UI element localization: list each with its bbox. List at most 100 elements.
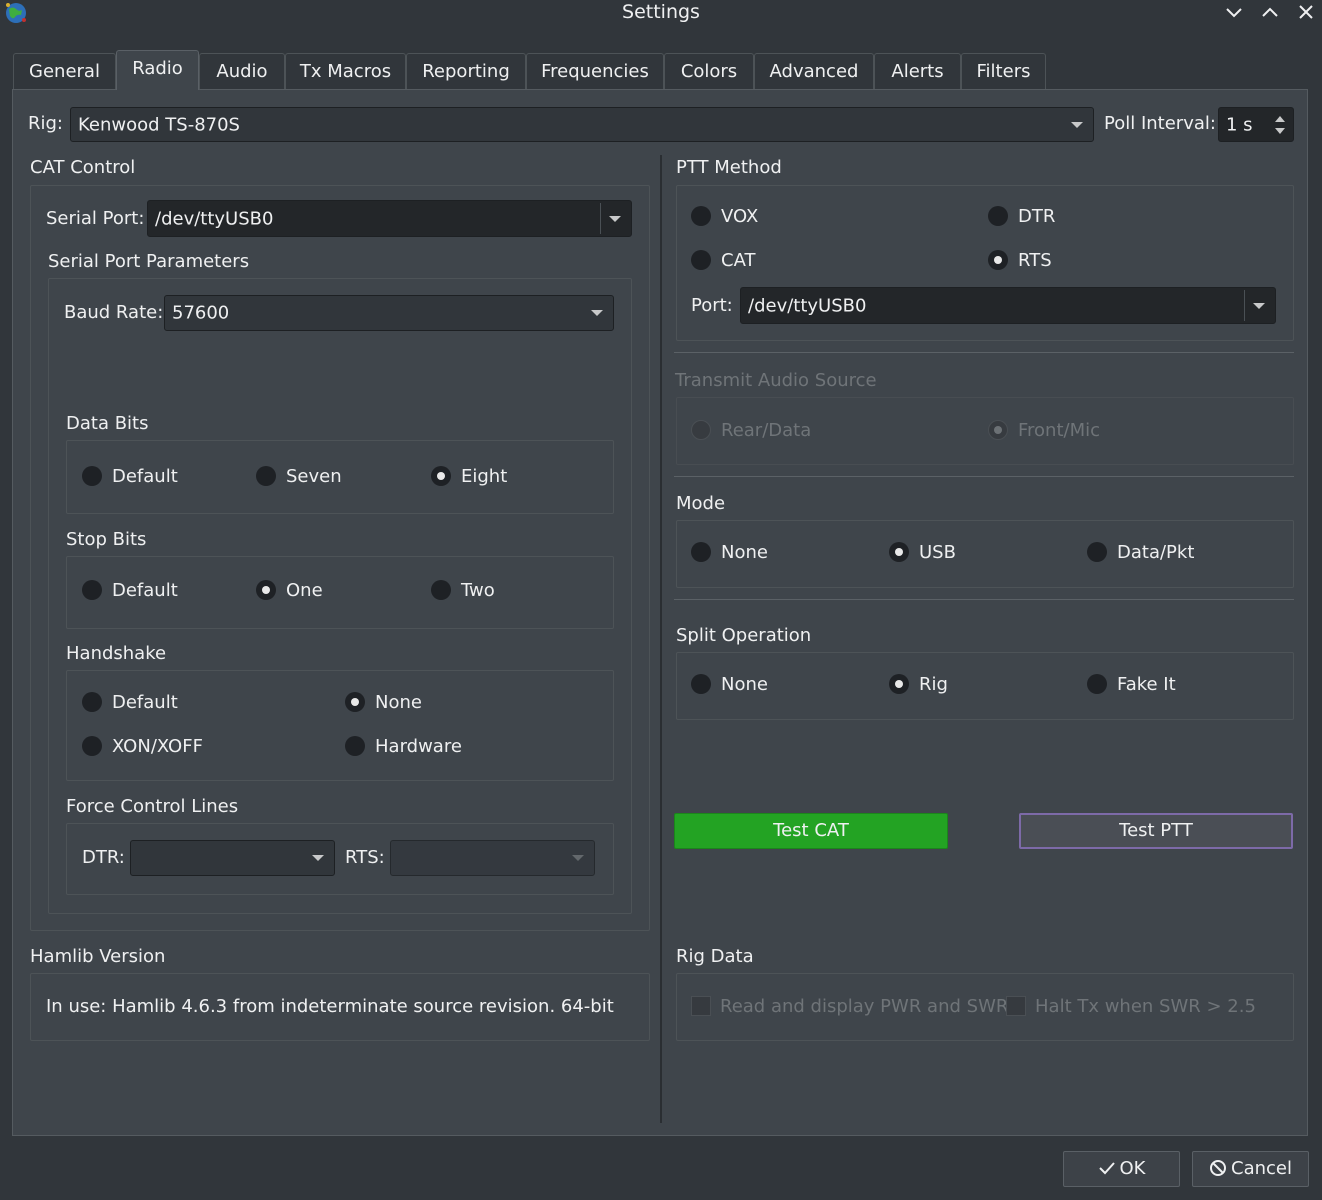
handshake-default-label: Default: [112, 692, 178, 713]
tab-reporting[interactable]: Reporting: [406, 53, 526, 89]
ptt-cat-radio[interactable]: [691, 250, 711, 270]
tab-filters[interactable]: Filters: [961, 53, 1046, 89]
split-none-label: None: [721, 674, 768, 695]
divider: [674, 599, 1294, 600]
rig-select[interactable]: Kenwood TS-870S: [70, 107, 1094, 142]
dtr-select[interactable]: [130, 840, 335, 876]
split-operation-title: Split Operation: [676, 625, 812, 646]
stop-bits-default-label: Default: [112, 580, 178, 601]
dtr-label: DTR:: [82, 847, 125, 868]
handshake-none-label: None: [375, 692, 422, 713]
mode-usb-radio[interactable]: [889, 542, 909, 562]
split-fake-it-radio[interactable]: [1087, 674, 1107, 694]
ptt-vox-radio[interactable]: [691, 206, 711, 226]
close-button[interactable]: [1294, 2, 1318, 24]
mode-none-label: None: [721, 542, 768, 563]
split-operation-group: [676, 652, 1294, 720]
baud-rate-select[interactable]: 57600: [164, 295, 614, 331]
divider: [674, 476, 1294, 477]
cancel-icon: [1210, 1160, 1226, 1176]
data-bits-default-label: Default: [112, 466, 178, 487]
ptt-port-select[interactable]: /dev/ttyUSB0: [740, 287, 1276, 324]
chevron-down-icon: [609, 215, 621, 222]
maximize-button[interactable]: [1258, 2, 1282, 24]
handshake-hardware-radio[interactable]: [345, 736, 365, 756]
serial-port-value: /dev/ttyUSB0: [155, 208, 274, 229]
stop-bits-one-radio[interactable]: [256, 580, 276, 600]
minimize-button[interactable]: [1222, 2, 1246, 24]
tab-label: Colors: [680, 61, 738, 82]
read-pwr-swr-checkbox[interactable]: [691, 996, 711, 1016]
column-divider: [660, 155, 662, 1123]
ptt-rts-radio[interactable]: [988, 250, 1008, 270]
ptt-port-label: Port:: [691, 295, 733, 316]
ptt-dtr-label: DTR: [1018, 206, 1056, 227]
handshake-xonxoff-label: XON/XOFF: [112, 736, 203, 757]
ptt-dtr-radio[interactable]: [988, 206, 1008, 226]
data-bits-default-radio[interactable]: [82, 466, 102, 486]
rts-select[interactable]: [390, 840, 595, 876]
hamlib-version-title: Hamlib Version: [30, 946, 166, 967]
tab-label: Filters: [976, 61, 1031, 82]
tab-audio[interactable]: Audio: [199, 53, 285, 89]
tab-advanced[interactable]: Advanced: [754, 53, 874, 89]
tab-radio[interactable]: Radio: [116, 50, 199, 90]
data-bits-seven-radio[interactable]: [256, 466, 276, 486]
tab-label: Advanced: [769, 61, 859, 82]
handshake-xonxoff-radio[interactable]: [82, 736, 102, 756]
chevron-up-icon: [1262, 7, 1278, 17]
handshake-none-radio[interactable]: [345, 692, 365, 712]
tab-label: Frequencies: [541, 61, 649, 82]
tab-label: Radio: [132, 58, 183, 79]
poll-interval-label: Poll Interval:: [1104, 113, 1216, 134]
serial-port-label: Serial Port:: [46, 208, 145, 229]
ok-button[interactable]: OK: [1063, 1151, 1180, 1187]
poll-interval-spinbox[interactable]: 1 s: [1218, 107, 1294, 142]
mode-data-pkt-label: Data/Pkt: [1117, 542, 1195, 563]
chevron-down-icon: [572, 855, 584, 861]
chevron-down-icon: [1253, 302, 1265, 309]
chevron-down-icon: [312, 855, 324, 861]
test-cat-button[interactable]: Test CAT: [674, 813, 948, 849]
tx-audio-front-radio[interactable]: [988, 420, 1008, 440]
mode-title: Mode: [676, 493, 726, 514]
combo-separator: [600, 203, 601, 234]
rig-data-title: Rig Data: [676, 946, 754, 967]
split-none-radio[interactable]: [691, 674, 711, 694]
baud-rate-label: Baud Rate:: [64, 302, 164, 323]
chevron-down-icon: [1071, 121, 1083, 128]
tx-audio-rear-label: Rear/Data: [721, 420, 812, 441]
spin-arrows-icon[interactable]: [1273, 112, 1287, 138]
serial-port-select[interactable]: /dev/ttyUSB0: [147, 200, 632, 237]
tx-audio-front-label: Front/Mic: [1018, 420, 1101, 441]
checkmark-icon: [1098, 1162, 1115, 1175]
tab-alerts[interactable]: Alerts: [874, 53, 961, 89]
split-rig-radio[interactable]: [889, 674, 909, 694]
tab-general[interactable]: General: [13, 53, 116, 89]
data-bits-seven-label: Seven: [286, 466, 342, 487]
handshake-default-radio[interactable]: [82, 692, 102, 712]
data-bits-eight-label: Eight: [461, 466, 508, 487]
mode-group: [676, 520, 1294, 588]
mode-data-pkt-radio[interactable]: [1087, 542, 1107, 562]
tab-tx-macros[interactable]: Tx Macros: [285, 53, 406, 89]
halt-tx-swr-checkbox[interactable]: [1006, 996, 1026, 1016]
ptt-cat-label: CAT: [721, 250, 756, 271]
stop-bits-default-radio[interactable]: [82, 580, 102, 600]
rts-label: RTS:: [345, 847, 385, 868]
test-cat-label: Test CAT: [773, 820, 849, 841]
baud-rate-value: 57600: [172, 302, 230, 324]
rig-value: Kenwood TS-870S: [78, 114, 240, 135]
tab-colors[interactable]: Colors: [664, 53, 754, 89]
cancel-button[interactable]: Cancel: [1192, 1151, 1309, 1187]
transmit-audio-source-title: Transmit Audio Source: [675, 370, 877, 391]
stop-bits-two-radio[interactable]: [431, 580, 451, 600]
tab-label: Tx Macros: [299, 61, 392, 82]
test-ptt-button[interactable]: Test PTT: [1019, 813, 1293, 849]
tx-audio-rear-radio[interactable]: [691, 420, 711, 440]
handshake-group: [66, 670, 614, 781]
tab-frequencies[interactable]: Frequencies: [526, 53, 664, 89]
mode-usb-label: USB: [919, 542, 956, 563]
mode-none-radio[interactable]: [691, 542, 711, 562]
data-bits-eight-radio[interactable]: [431, 466, 451, 486]
